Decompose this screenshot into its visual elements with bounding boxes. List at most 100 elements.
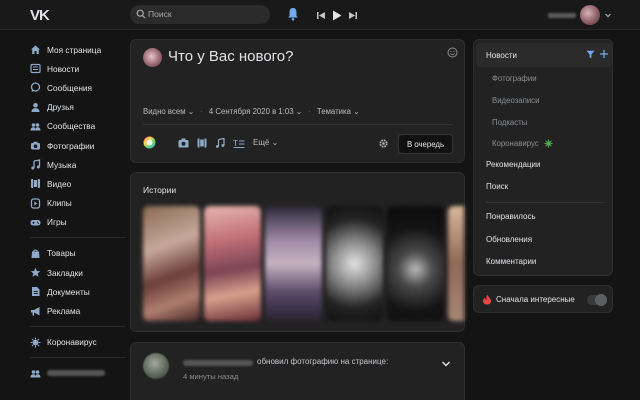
nav-item-messages[interactable]: Сообщения — [30, 78, 130, 97]
friends-icon — [31, 102, 40, 112]
menu-subitem-coronavirus[interactable]: Коронавирус — [492, 139, 553, 149]
top-bar: VK Поиск — [0, 0, 640, 30]
composer-meta: Видно всем ⌄ · 4 Сентября 2020 в 1:03 ⌄ … — [143, 107, 360, 116]
chevron-down-icon: ⌄ — [271, 138, 279, 147]
stories-block: Истории — [130, 172, 465, 332]
bell-icon[interactable] — [287, 7, 299, 21]
nav-divider — [30, 236, 125, 238]
chevron-down-icon: ⌄ — [353, 107, 360, 116]
nav-item-friends[interactable]: Друзья — [30, 98, 130, 117]
previous-track-icon[interactable] — [317, 11, 326, 20]
next-track-icon[interactable] — [348, 11, 357, 20]
virus-icon — [30, 337, 41, 348]
interesting-first-label: Сначала интересные — [496, 295, 575, 304]
color-picker-icon[interactable] — [143, 136, 156, 149]
avatar[interactable] — [143, 48, 162, 67]
filter-icon[interactable] — [586, 50, 595, 59]
gamepad-icon — [30, 219, 41, 226]
interesting-first-toggle[interactable] — [587, 294, 607, 306]
nav-divider — [30, 325, 125, 327]
story-item[interactable] — [265, 206, 322, 321]
chevron-down-icon[interactable] — [604, 11, 612, 19]
clips-icon — [30, 197, 41, 209]
search-input[interactable]: Поиск — [148, 9, 172, 19]
nav-item-news[interactable]: Новости — [30, 59, 130, 78]
nav-item-clips[interactable]: Клипы — [30, 194, 130, 213]
menu-subitem-videos[interactable]: Видеозаписи — [492, 96, 539, 105]
audio-player — [317, 9, 357, 21]
feed-post: обновил фотографию на странице: 4 минуты… — [130, 342, 465, 400]
more-attachments-button[interactable]: Ещё ⌄ — [253, 138, 278, 147]
datetime-select[interactable]: 4 Сентября 2020 в 1:03 ⌄ — [209, 107, 302, 116]
post-time[interactable]: 4 минуты назад — [183, 372, 238, 381]
menu-item-updates[interactable]: Обновления — [486, 235, 532, 244]
news-icon — [30, 64, 41, 74]
search-icon — [136, 9, 146, 19]
nav-item-ads[interactable]: Реклама — [30, 301, 130, 320]
chevron-down-icon: ⌄ — [187, 107, 195, 116]
avatar[interactable] — [580, 5, 600, 25]
nav-item-video[interactable]: Видео — [30, 174, 130, 193]
separator: · — [308, 107, 311, 116]
nav-item-games[interactable]: Игры — [30, 213, 130, 232]
messages-icon — [30, 82, 41, 93]
nav-item-photos[interactable]: Фотографии — [30, 136, 130, 155]
nav-item-goods[interactable]: Товары — [30, 244, 130, 263]
nav-item-groups[interactable]: Сообщества — [30, 117, 130, 136]
groups-icon — [30, 123, 41, 131]
nav-item-my-page[interactable]: Моя страница — [30, 40, 130, 59]
emoji-icon[interactable] — [447, 47, 458, 58]
menu-item-liked[interactable]: Понравилось — [486, 212, 536, 221]
nav-item-bookmarks[interactable]: Закладки — [30, 263, 130, 282]
article-icon[interactable]: T — [233, 138, 245, 148]
menu-item-search[interactable]: Поиск — [486, 182, 508, 191]
menu-subitem-podcasts[interactable]: Подкасты — [492, 118, 527, 127]
composer-toolbar: T Ещё ⌄ — [143, 136, 278, 149]
story-item[interactable] — [387, 206, 444, 321]
user-name-blurred — [548, 12, 576, 18]
composer-input[interactable]: Что у Вас нового? — [168, 48, 294, 65]
gear-icon[interactable] — [378, 138, 389, 149]
nav-item-community-blurred[interactable] — [30, 364, 130, 383]
search-box[interactable]: Поиск — [130, 5, 270, 24]
nav-item-music[interactable]: Музыка — [30, 155, 130, 174]
avatar[interactable] — [143, 353, 169, 379]
play-icon[interactable] — [332, 10, 342, 21]
video-icon — [31, 179, 40, 189]
story-item[interactable] — [326, 206, 383, 321]
camera-icon[interactable] — [178, 138, 189, 148]
groups-icon — [30, 370, 41, 378]
author-name-blurred[interactable] — [183, 360, 253, 366]
topic-select[interactable]: Тематика ⌄ — [317, 107, 360, 116]
menu-item-recommendations[interactable]: Рекомендации — [486, 160, 540, 169]
story-item[interactable] — [448, 206, 464, 321]
music-icon[interactable] — [215, 137, 225, 148]
menu-item-news[interactable]: Новости — [486, 51, 517, 60]
nav-item-documents[interactable]: Документы — [30, 282, 130, 301]
virus-icon — [544, 139, 553, 149]
star-icon — [30, 267, 41, 277]
chevron-down-icon[interactable] — [441, 359, 451, 369]
feed-filter-menu: Новости Фотографии Видеозаписи Подкасты … — [473, 39, 613, 276]
post-action-text: обновил фотографию на странице: — [257, 357, 389, 366]
user-menu[interactable] — [548, 5, 612, 25]
svg-text:T: T — [233, 139, 238, 148]
video-icon[interactable] — [197, 138, 207, 148]
bag-icon — [31, 249, 40, 258]
vk-logo[interactable]: VK — [30, 7, 52, 24]
divider — [143, 124, 453, 125]
separator: · — [200, 107, 203, 116]
chevron-down-icon: ⌄ — [295, 107, 303, 116]
queue-post-button[interactable]: В очередь — [398, 134, 453, 154]
fire-icon — [483, 294, 491, 305]
interesting-first-card: Сначала интересные — [473, 285, 613, 313]
menu-item-comments[interactable]: Комментарии — [486, 257, 536, 266]
menu-subitem-photos[interactable]: Фотографии — [492, 74, 537, 83]
menu-divider — [486, 202, 604, 203]
nav-item-coronavirus[interactable]: Коронавирус — [30, 333, 130, 352]
story-item[interactable] — [204, 206, 261, 321]
story-item[interactable] — [143, 206, 200, 321]
plus-icon[interactable] — [599, 49, 609, 59]
visibility-select[interactable]: Видно всем ⌄ — [143, 107, 194, 116]
home-icon — [31, 45, 40, 55]
